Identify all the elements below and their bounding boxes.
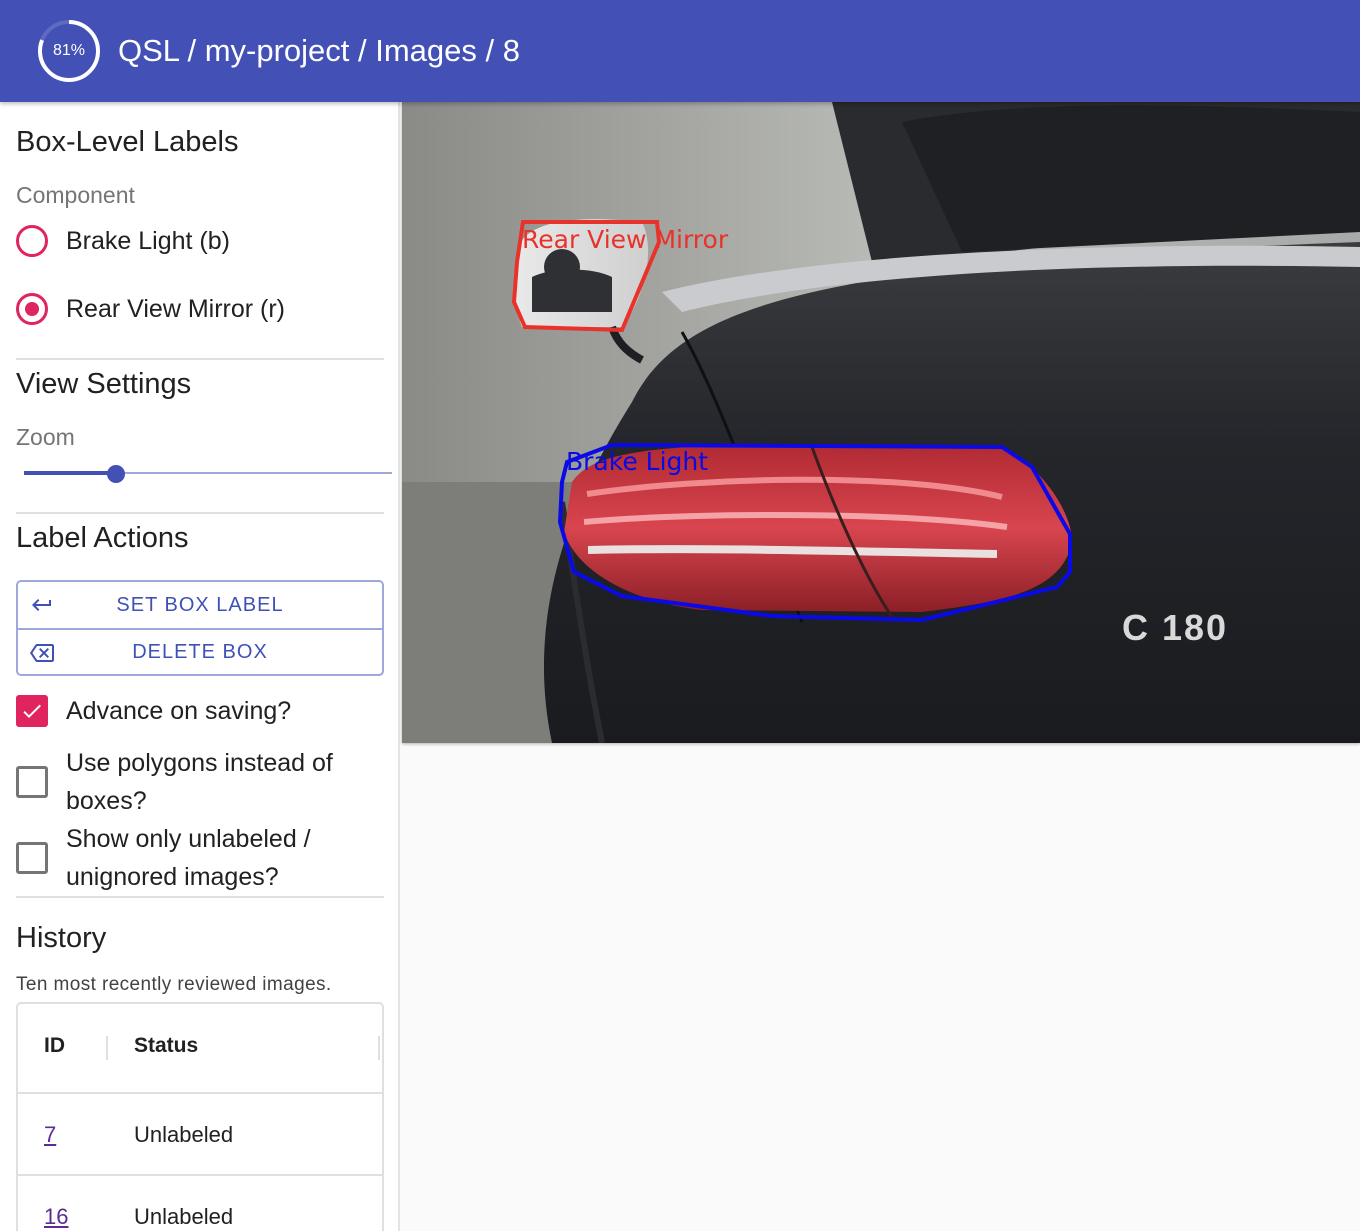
app-bar: 81% QSL / my-project / Images / 8 bbox=[0, 0, 1360, 102]
advance-on-saving-label: Advance on saving? bbox=[66, 697, 292, 725]
status-cell: Unlabeled bbox=[134, 1122, 234, 1147]
history-subtitle: Ten most recently reviewed images. bbox=[16, 974, 332, 995]
checkbox-unchecked-icon[interactable] bbox=[16, 842, 48, 874]
radio-label: Brake Light (b) bbox=[66, 226, 230, 255]
table-row[interactable]: 7 Unlabeled bbox=[18, 1094, 382, 1176]
history-heading: History bbox=[16, 922, 107, 954]
table-row[interactable]: 16 Unlabeled bbox=[18, 1176, 382, 1231]
view-settings-heading: View Settings bbox=[16, 368, 192, 400]
enter-arrow-icon bbox=[32, 599, 51, 611]
annotation-label-mirror: Rear View Mirror bbox=[522, 225, 729, 254]
radio-label: Rear View Mirror (r) bbox=[66, 294, 285, 323]
check-icon bbox=[23, 704, 41, 718]
divider bbox=[16, 512, 384, 514]
set-box-label-button[interactable]: SET BOX LABEL bbox=[18, 582, 382, 628]
show-unlabeled-label: Show only unlabeled / unignored images? bbox=[66, 825, 311, 891]
progress-text: 81% bbox=[52, 42, 86, 59]
divider bbox=[16, 358, 384, 360]
column-separator[interactable] bbox=[378, 1036, 380, 1060]
backspace-icon bbox=[30, 644, 54, 662]
divider bbox=[16, 896, 384, 898]
car-photo: C 180 bbox=[402, 102, 1360, 743]
label-actions-button-group: SET BOX LABEL DELETE BOX bbox=[16, 580, 384, 676]
column-separator[interactable] bbox=[106, 1036, 108, 1060]
box-labels-heading: Box-Level Labels bbox=[16, 126, 239, 158]
model-badge: C 180 bbox=[1122, 607, 1228, 648]
slider-thumb[interactable] bbox=[107, 465, 125, 483]
label-actions-heading: Label Actions bbox=[16, 522, 189, 554]
checkbox-unchecked-icon[interactable] bbox=[16, 766, 48, 798]
image-id-link[interactable]: 16 bbox=[44, 1204, 68, 1230]
image-canvas[interactable]: C 180 Rear View Mirror Brake Light bbox=[402, 102, 1360, 743]
history-table: ID Status 7 Unlabeled 16 Unlabeled bbox=[16, 1002, 384, 1231]
advance-on-saving-checkbox-row[interactable]: Advance on saving? bbox=[16, 692, 384, 730]
use-polygons-checkbox-row[interactable]: Use polygons instead of boxes? bbox=[16, 744, 384, 820]
show-unlabeled-checkbox-row[interactable]: Show only unlabeled / unignored images? bbox=[16, 820, 384, 896]
column-header-status[interactable]: Status bbox=[134, 1034, 198, 1058]
image-id-link[interactable]: 7 bbox=[44, 1122, 56, 1148]
annotation-label-brake-light: Brake Light bbox=[566, 447, 709, 476]
use-polygons-label: Use polygons instead of boxes? bbox=[66, 749, 333, 815]
zoom-caption: Zoom bbox=[16, 424, 75, 450]
sidebar: Box-Level Labels Component Brake Light (… bbox=[0, 102, 400, 1231]
radio-rear-view-mirror[interactable]: Rear View Mirror (r) bbox=[16, 289, 285, 329]
progress-indicator: 81% bbox=[37, 19, 101, 83]
checkbox-checked-icon[interactable] bbox=[16, 695, 48, 727]
zoom-slider[interactable] bbox=[24, 462, 392, 486]
set-box-label-text: SET BOX LABEL bbox=[116, 593, 284, 616]
radio-checked-icon[interactable] bbox=[16, 293, 48, 325]
slider-track bbox=[24, 471, 116, 475]
component-caption: Component bbox=[16, 182, 135, 208]
page-title: QSL / my-project / Images / 8 bbox=[118, 33, 520, 68]
table-header: ID Status bbox=[18, 1004, 382, 1094]
radio-brake-light[interactable]: Brake Light (b) bbox=[16, 221, 230, 261]
status-cell: Unlabeled bbox=[134, 1204, 234, 1229]
delete-box-text: DELETE BOX bbox=[132, 640, 268, 663]
column-header-id[interactable]: ID bbox=[44, 1034, 65, 1058]
radio-unchecked-icon[interactable] bbox=[16, 225, 48, 257]
delete-box-button[interactable]: DELETE BOX bbox=[18, 628, 382, 674]
